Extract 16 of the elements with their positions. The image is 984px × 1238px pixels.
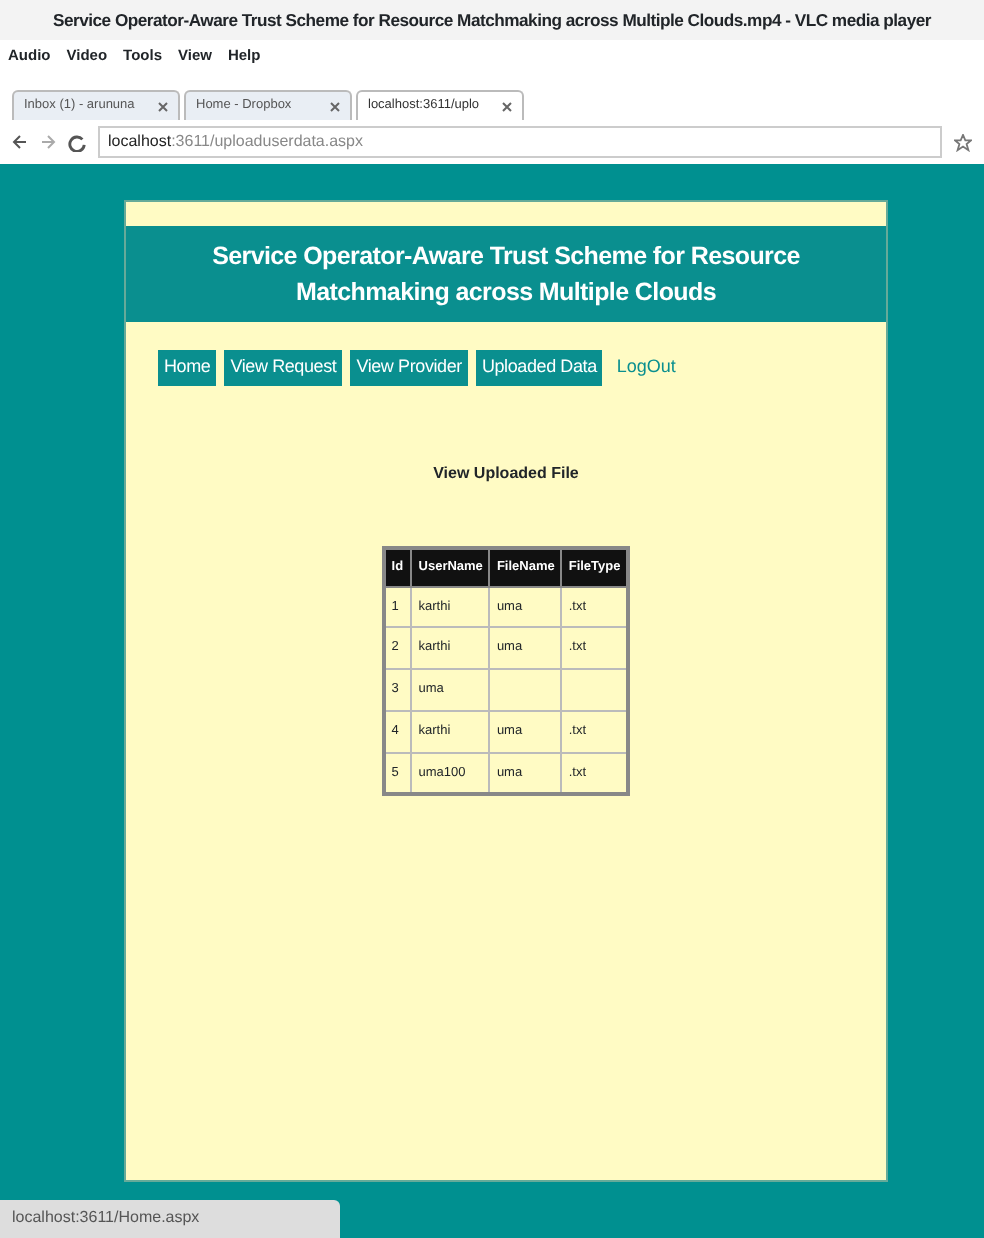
address-field[interactable]: localhost:3611/uploaduserdata.aspx [98, 126, 942, 158]
reload-icon[interactable] [68, 133, 86, 151]
window-title: Service Operator-Aware Trust Scheme for Resource Matchmaking across Multiple Clouds.mp4 - VLC media player [0, 0, 984, 40]
star-icon[interactable] [954, 133, 972, 151]
nav-button[interactable]: Uploaded Data [475, 350, 603, 386]
status-url: localhost:3611/Home.aspx [0, 1200, 340, 1238]
nav-button[interactable]: Home [158, 350, 217, 386]
site-header: Service Operator-Aware Trust Scheme for Resource Matchmaking across Multiple Clouds [126, 226, 886, 323]
close-icon[interactable] [158, 101, 168, 112]
close-icon[interactable] [330, 101, 340, 112]
back-icon[interactable] [12, 134, 28, 150]
section-heading: View Uploaded File [431, 461, 581, 486]
nav-button[interactable]: View Provider [350, 350, 468, 386]
close-icon[interactable] [502, 101, 512, 112]
nav-button[interactable]: View Request [224, 350, 343, 386]
logout-link[interactable]: LogOut [616, 354, 676, 382]
